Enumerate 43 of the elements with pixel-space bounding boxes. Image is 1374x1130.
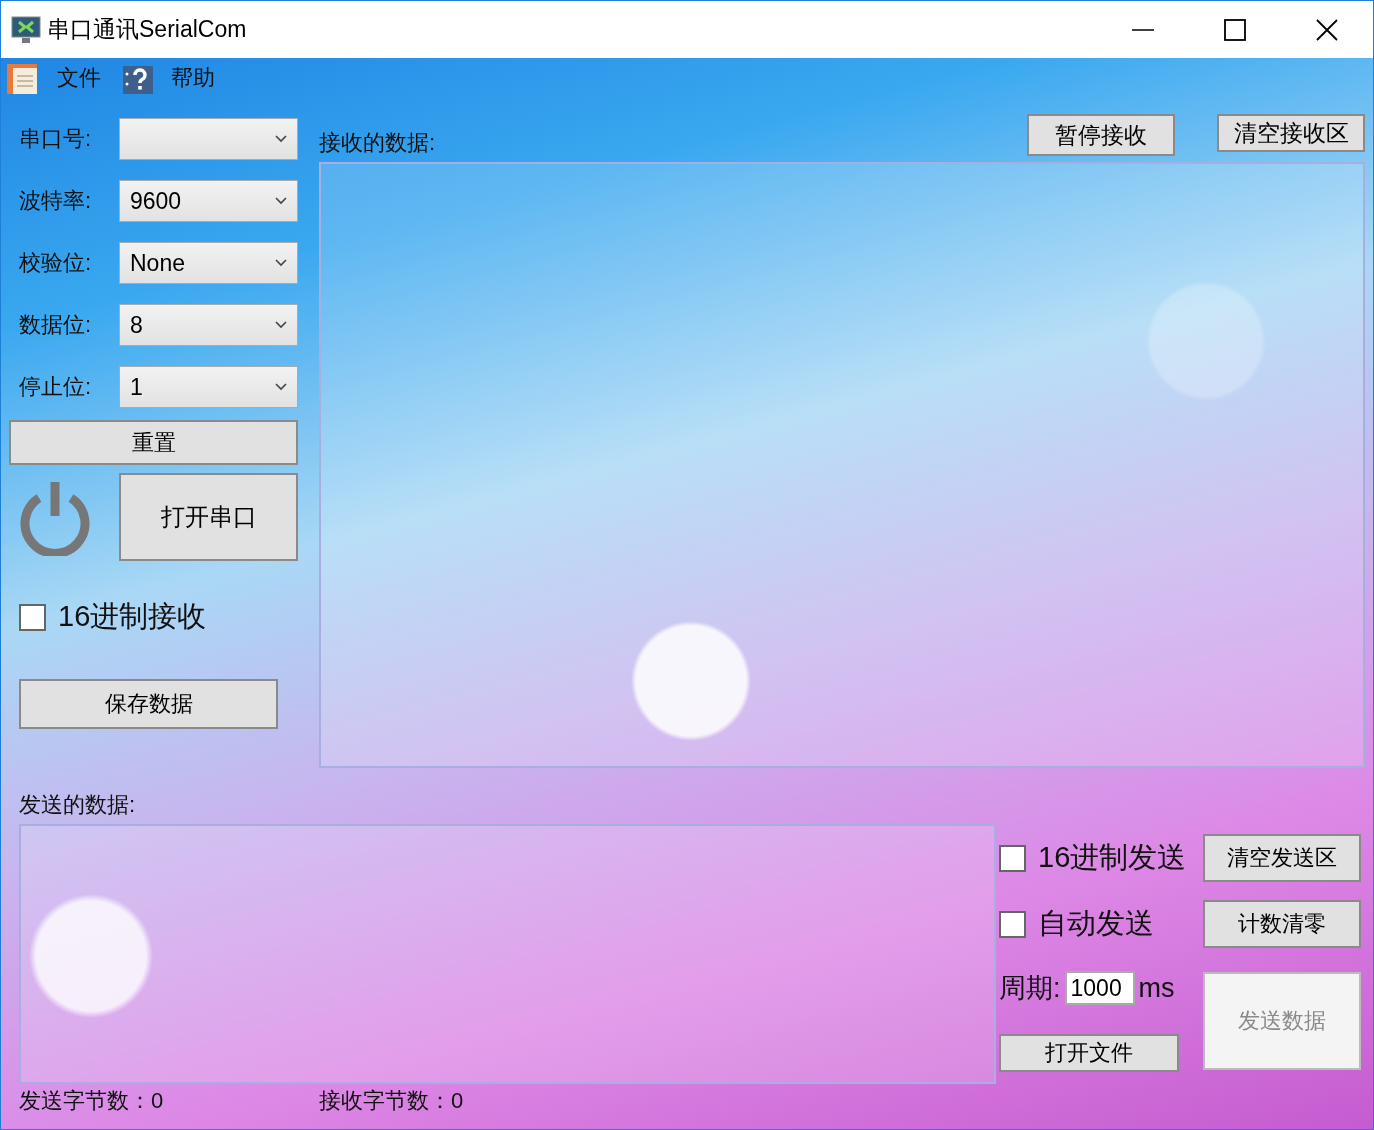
- menu-item[interactable]: 帮助: [121, 62, 221, 94]
- reset-count-button[interactable]: 计数清零: [1203, 900, 1361, 948]
- setting-dropdown[interactable]: 8: [119, 304, 298, 346]
- checkbox[interactable]: [999, 910, 1026, 938]
- window-title: 串口通讯SerialCom: [47, 15, 247, 44]
- open-port-button[interactable]: 打开串口: [119, 473, 298, 561]
- clear-send-button[interactable]: 清空发送区: [1203, 834, 1361, 882]
- chevron-down-icon: [275, 321, 287, 329]
- receive-label: 接收的数据:: [319, 129, 436, 157]
- reset-button[interactable]: 重置: [9, 420, 298, 465]
- setting-dropdown[interactable]: None: [119, 242, 298, 284]
- checkbox-label: 自动发送: [1038, 906, 1154, 941]
- status-text: 发送字节数：0: [19, 1087, 165, 1115]
- period-field[interactable]: 1000: [1064, 971, 1135, 1005]
- document-icon: [7, 62, 39, 94]
- checkbox-label: 16进制发送: [1038, 840, 1187, 875]
- status-text: 接收字节数：0: [319, 1087, 465, 1115]
- period-unit: ms: [1138, 972, 1175, 1004]
- setting-label: 校验位:: [18, 249, 93, 277]
- maximize-icon: [1224, 18, 1246, 41]
- menu-item[interactable]: 文件: [7, 62, 107, 94]
- setting-dropdown[interactable]: 9600: [119, 180, 298, 222]
- checkbox-label: 16进制接收: [58, 599, 207, 634]
- monitor-icon: [11, 15, 41, 44]
- minimize-icon: [1132, 28, 1154, 31]
- close-icon: [1316, 18, 1338, 41]
- setting-label: 波特率:: [18, 187, 93, 215]
- setting-label: 数据位:: [18, 311, 93, 339]
- chevron-down-icon: [275, 197, 287, 205]
- save-data-button[interactable]: 保存数据: [19, 679, 278, 729]
- setting-label: 停止位:: [18, 373, 93, 401]
- send-label: 发送的数据:: [19, 791, 137, 819]
- checkbox[interactable]: [999, 844, 1026, 872]
- pause-receive-button[interactable]: 暂停接收: [1027, 114, 1175, 156]
- setting-label: 串口号:: [18, 125, 93, 153]
- chevron-down-icon: [275, 383, 287, 391]
- open-file-button[interactable]: 打开文件: [999, 1034, 1179, 1072]
- period-label: 周期:: [999, 972, 1061, 1005]
- chevron-down-icon: [275, 135, 287, 143]
- clear-receive-button[interactable]: 清空接收区: [1217, 114, 1365, 152]
- checkbox[interactable]: [19, 603, 46, 631]
- setting-dropdown[interactable]: 1: [119, 366, 298, 408]
- chevron-down-icon: [275, 259, 287, 267]
